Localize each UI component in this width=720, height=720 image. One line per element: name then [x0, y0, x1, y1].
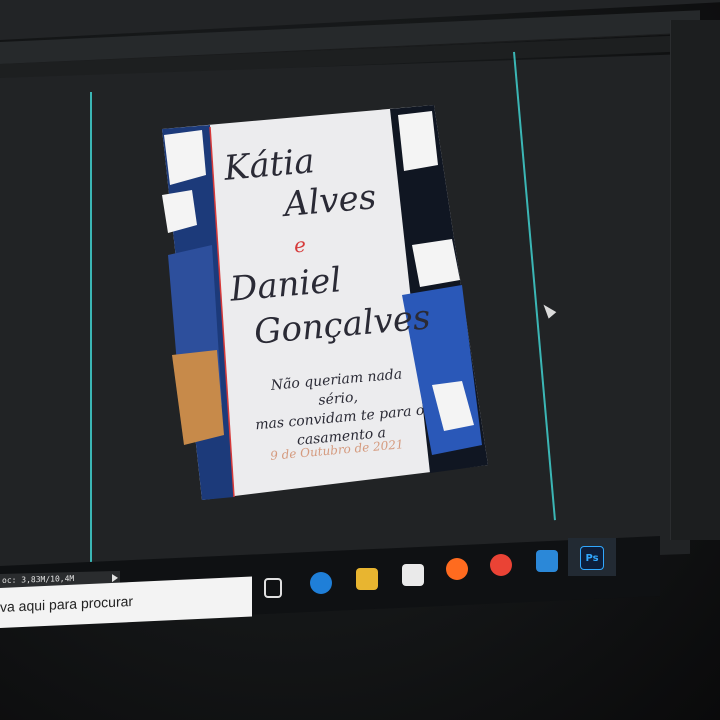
taskbar-photoshop-active[interactable]: Ps	[568, 538, 616, 576]
doc-size-readout: oc: 3,83M/10,4M	[2, 574, 75, 585]
task-view-icon[interactable]	[264, 578, 282, 598]
invitation-document: Kátia Alves e Daniel Gonçalves Não queri…	[162, 105, 490, 500]
guide-line-left[interactable]	[90, 92, 92, 577]
bride-first-name: Kátia	[222, 141, 317, 189]
photoshop-icon[interactable]: Ps	[580, 546, 604, 570]
conjunction: e	[292, 232, 307, 258]
edge-browser-icon[interactable]	[310, 572, 332, 594]
store-icon[interactable]	[402, 564, 424, 586]
status-arrow-icon[interactable]	[112, 573, 118, 583]
file-explorer-icon[interactable]	[356, 568, 378, 590]
firefox-icon[interactable]	[446, 558, 468, 580]
chrome-icon[interactable]	[490, 554, 512, 576]
right-panel	[670, 20, 720, 540]
mail-icon[interactable]	[536, 550, 558, 572]
bride-last-name: Alves	[282, 177, 378, 225]
search-placeholder: va aqui para procurar	[0, 592, 134, 615]
